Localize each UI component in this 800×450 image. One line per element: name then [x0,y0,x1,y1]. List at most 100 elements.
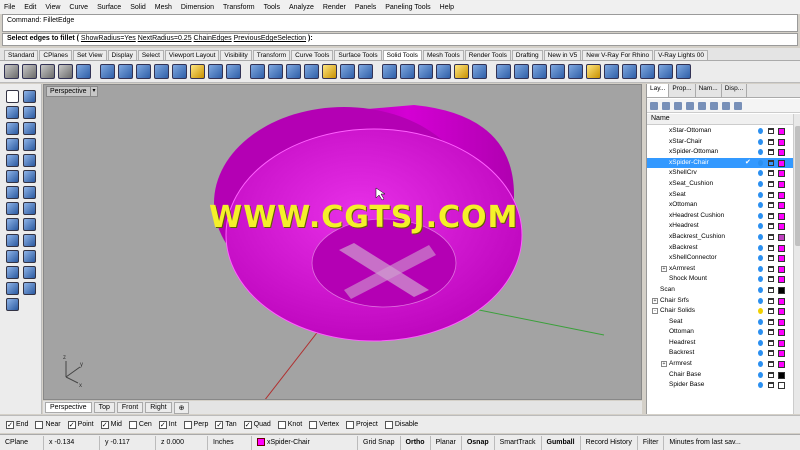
menu-view[interactable]: View [45,4,60,11]
revolve-icon[interactable] [6,234,19,247]
viewport-canvas[interactable]: y z x [44,85,642,400]
add-viewport-tab[interactable]: ⊕ [173,401,190,414]
osnap-end[interactable]: ✓ End [6,420,28,429]
visibility-bulb-icon[interactable] [758,297,763,304]
layer-color-swatch[interactable] [778,244,785,252]
menu-dimension[interactable]: Dimension [181,4,214,11]
tab-curve-tools[interactable]: Curve Tools [291,50,334,60]
layer-color-swatch[interactable] [778,128,785,135]
layer-color-swatch[interactable] [778,382,785,390]
lock-icon[interactable] [768,318,774,325]
visibility-bulb-icon[interactable] [758,212,763,219]
menu-edit[interactable]: Edit [24,4,36,11]
layer-row[interactable]: xSeat_Cushion [647,179,793,190]
move-edge-icon[interactable] [382,64,397,79]
lock-icon[interactable] [768,329,774,336]
lock-icon[interactable] [768,212,774,219]
extract-srf-icon[interactable] [358,64,373,79]
layer-row[interactable]: xHeadrest Cushion [647,211,793,222]
extrude-icon[interactable] [6,218,19,231]
layer-list-header[interactable]: Name [647,114,793,125]
osnap-perp[interactable]: Perp [183,420,208,429]
gumball-toggle[interactable]: Gumball [542,435,581,450]
select-arrow-icon[interactable] [6,90,19,103]
tab-drafting[interactable]: Drafting [511,50,543,60]
tab-standard[interactable]: Standard [4,50,39,60]
boolean-intersection-icon[interactable] [40,64,55,79]
option-show-radius[interactable]: ShowRadius=Yes [81,35,136,42]
lock-icon[interactable] [768,202,774,209]
layer-color-swatch[interactable] [778,265,785,273]
visibility-bulb-icon[interactable] [758,202,763,209]
tab-front[interactable]: Front [116,402,144,413]
layer-color-swatch[interactable] [778,170,785,178]
layer-list-scrollbar[interactable] [793,114,800,414]
menu-mesh[interactable]: Mesh [155,4,172,11]
viewport-title[interactable]: Perspective [46,86,91,97]
menu-curve[interactable]: Curve [69,4,88,11]
ellipse-icon[interactable] [23,138,36,151]
menu-paneling-tools[interactable]: Paneling Tools [385,4,430,11]
menu-transform[interactable]: Transform [223,4,255,11]
visibility-bulb-icon[interactable] [758,361,763,368]
menu-panels[interactable]: Panels [355,4,376,11]
layer-color-swatch[interactable] [778,212,785,220]
osnap-checkbox[interactable] [384,420,393,429]
perspective-viewport[interactable]: y z x Perspective ▾ WWW.CGTSJ.COM [43,84,642,400]
visibility-bulb-icon[interactable] [758,318,763,325]
visibility-bulb-icon[interactable] [758,255,763,262]
visibility-bulb-icon[interactable] [758,339,763,346]
osnap-checkbox[interactable]: ✓ [158,420,167,429]
boolean-difference-icon[interactable] [22,64,37,79]
menu-analyze[interactable]: Analyze [289,4,314,11]
tab-mesh-tools[interactable]: Mesh Tools [422,50,464,60]
point-icon[interactable] [23,90,36,103]
osnap-knot[interactable]: Knot [277,420,302,429]
layer-row[interactable]: - Chair Solids [647,306,793,317]
layer-row[interactable]: xSeat [647,190,793,201]
layer-row[interactable]: + xArmrest [647,264,793,275]
visibility-bulb-icon[interactable] [758,276,763,283]
menu-file[interactable]: File [4,4,15,11]
new-layer-icon[interactable] [650,101,658,110]
lock-icon[interactable] [768,339,774,346]
menu-render[interactable]: Render [323,4,346,11]
copy-hole-icon[interactable] [532,64,547,79]
boolean-split-icon[interactable] [58,64,73,79]
layer-color-swatch[interactable] [778,202,785,210]
osnap-checkbox[interactable] [128,420,137,429]
lock-icon[interactable] [768,255,774,262]
visibility-bulb-icon[interactable] [758,371,763,378]
lock-icon[interactable] [768,350,774,357]
lock-icon[interactable] [768,297,774,304]
group-icon[interactable] [23,282,36,295]
menu-tools[interactable]: Tools [264,4,280,11]
panel-tab-1[interactable]: Prop... [669,84,696,97]
tab-right[interactable]: Right [145,402,172,413]
tab-viewport-layout[interactable]: Viewport Layout [164,50,220,60]
layer-color-swatch[interactable] [778,223,785,231]
lock-icon[interactable] [768,159,774,166]
solid-box-icon[interactable] [136,64,151,79]
panel-tab-0[interactable]: Lay... [647,84,670,97]
visibility-bulb-icon[interactable] [758,191,763,198]
layer-color-swatch[interactable] [778,149,785,157]
text-icon[interactable] [6,266,19,279]
lock-icon[interactable] [768,265,774,272]
osnap-cen[interactable]: Cen [128,420,152,429]
expand-toggle-icon[interactable]: + [661,361,667,368]
new-sublayer-icon[interactable] [662,101,670,110]
option-previous-edge-selection[interactable]: PreviousEdgeSelection [234,35,306,42]
layer-row[interactable]: Headrest [647,338,793,349]
tab-render-tools[interactable]: Render Tools [464,50,511,60]
layer-row[interactable]: Shock Mount [647,274,793,285]
layer-row[interactable]: Ottoman [647,327,793,338]
layer-row[interactable]: xShellCrv [647,168,793,179]
panel-tab-3[interactable]: Disp... [722,84,748,97]
osnap-vertex[interactable]: Vertex [309,420,339,429]
lock-icon[interactable] [768,382,774,389]
menu-help[interactable]: Help [440,4,454,11]
array-hole-icon[interactable] [622,64,637,79]
osnap-quad[interactable]: ✓ Quad [243,420,271,429]
solid-sphere-icon[interactable] [154,64,169,79]
